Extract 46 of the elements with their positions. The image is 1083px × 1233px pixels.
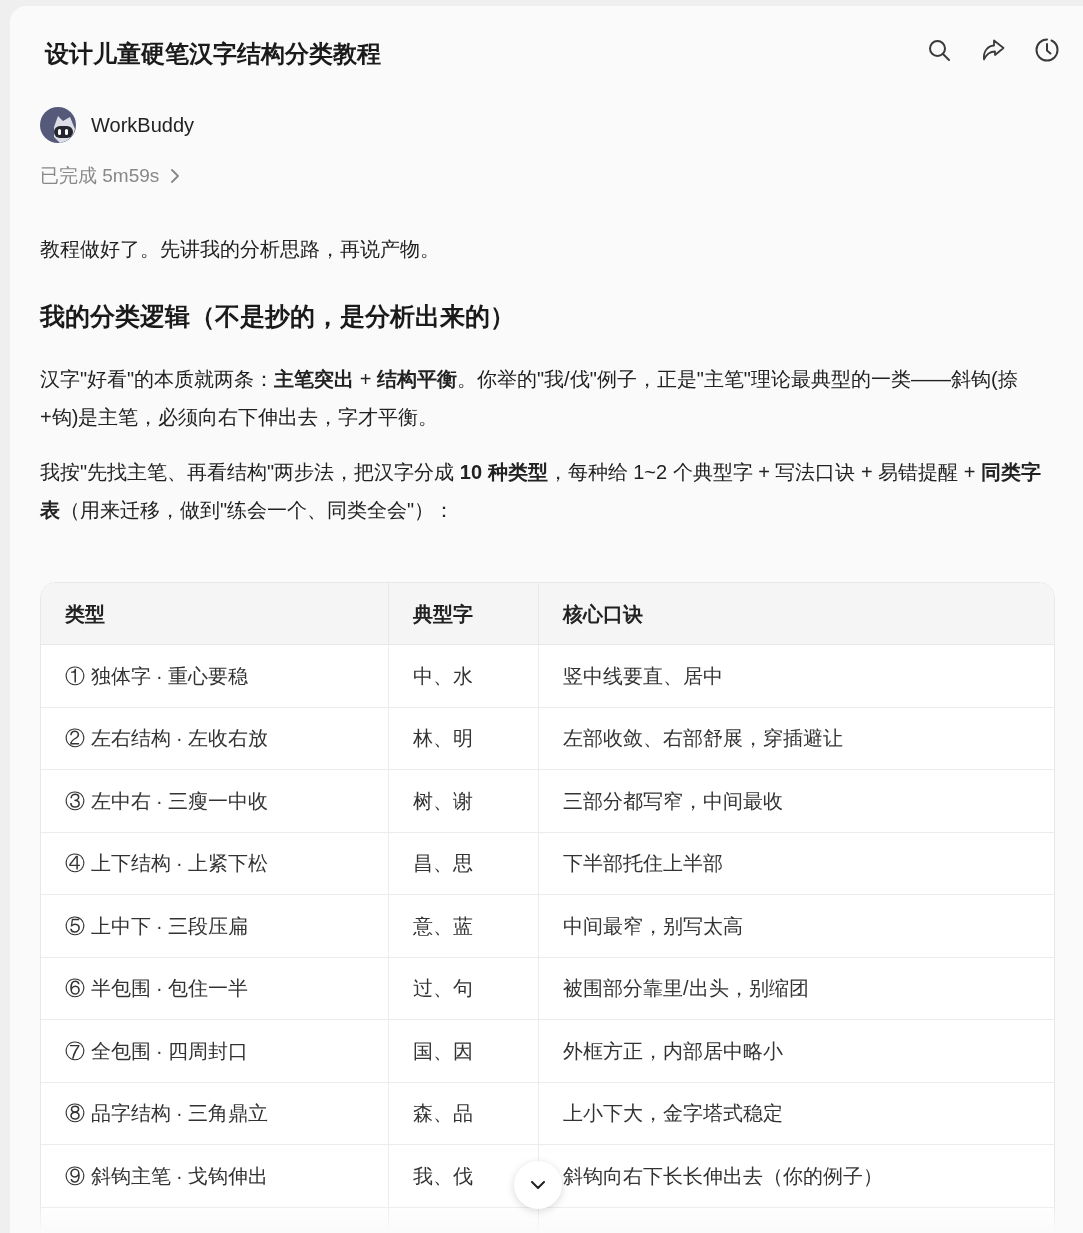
table-cell-text: 昌、思 [413,851,473,877]
column-header: 典型字 [413,601,473,627]
table-cell-text: ⑤ 上中下 · 三段压扁 [65,913,249,939]
table-cell-text: 过、句 [413,976,473,1002]
chevron-right-icon [171,169,180,183]
search-icon [927,38,951,62]
table-cell-text: 斜钩向右下长长伸出去（你的例子） [563,1163,883,1189]
table-cell-text: 竖中线要直、居中 [563,663,723,689]
table-cell-text: 中间最窄，别写太高 [563,913,743,939]
column-header: 类型 [65,601,105,627]
table-cell-text: 森、品 [413,1101,473,1127]
table-cell-text: ⑥ 半包围 · 包住一半 [65,976,249,1002]
robot-avatar-icon [40,107,76,143]
search-button[interactable] [927,38,951,62]
column-header: 核心口诀 [563,601,643,627]
page-title: 设计儿童硬笔汉字结构分类教程 [45,40,381,68]
table-cell-text: 中、水 [413,663,473,689]
table-cell-text: ⑧ 品字结构 · 三角鼎立 [65,1101,269,1127]
table-cell-text: ② 左右结构 · 左收右放 [65,726,269,752]
table-cell-text: 上小下大，金字塔式稳定 [563,1101,783,1127]
table-cell-text: ⑦ 全包围 · 四周封口 [65,1038,249,1064]
author-name: WorkBuddy [91,113,194,138]
body-paragraph: 我按"先找主笔、再看结构"两步法，把汉字分成 10 种类型，每种给 1~2 个典型字 + 写法口诀 + 易错提醒 + 同类字表（用来迁移，做到"练会一个、同类全会"）： [40,460,1042,523]
body-paragraph: 汉字"好看"的本质就两条：主笔突出 + 结构平衡。你举的"我/伐"例子，正是"主笔"理论最典型的一类——斜钩(捺+钩)是主笔，必须向右下伸出去，字才平衡。 [40,367,1019,430]
history-button[interactable] [1035,38,1059,62]
section-heading: 我的分类逻辑（不是抄的，是分析出来的） [40,301,516,332]
table-cell-text: 树、谢 [413,788,473,814]
table-cell-text: ⑨ 斜钩主笔 · 戈钩伸出 [65,1163,269,1189]
table-cell-text: 我、伐 [413,1163,473,1189]
table-cell-text: 左部收敛、右部舒展，穿插避让 [563,726,843,752]
table-cell-text: 三部分都写窄，中间最收 [563,788,783,814]
table-cell-text: 被围部分靠里/出头，别缩团 [563,976,809,1002]
table-cell-text: 林、明 [413,726,473,752]
clock-icon [1035,38,1059,62]
table-cell-text: 意、蓝 [413,913,473,939]
chevron-down-icon [531,1181,545,1189]
table-cell-text: 国、因 [413,1038,473,1064]
intro-text: 教程做好了。先讲我的分析思路，再说产物。 [40,237,441,262]
share-icon [981,38,1005,62]
table-cell-text: ③ 左中右 · 三瘦一中收 [65,788,269,814]
table-cell-text: ④ 上下结构 · 上紧下松 [65,851,269,877]
table-cell-text: 下半部托住上半部 [563,851,723,877]
status-toggle[interactable]: 已完成 5m59s [40,162,180,190]
share-button[interactable] [981,38,1005,62]
table-cell-text: ① 独体字 · 重心要稳 [65,663,249,689]
table-cell-text: 外框方正，内部居中略小 [563,1038,783,1064]
